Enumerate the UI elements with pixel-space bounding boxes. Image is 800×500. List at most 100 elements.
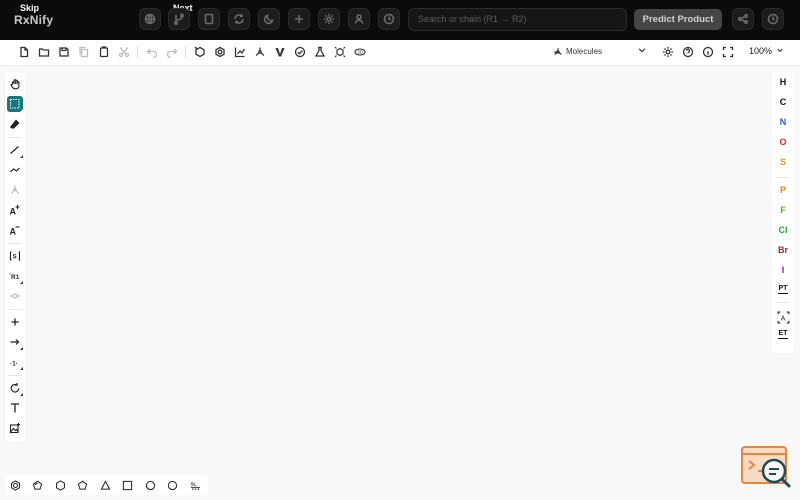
cut-icon xyxy=(118,47,130,58)
check-structure-button[interactable] xyxy=(293,45,307,59)
rgroup-tool[interactable]: R1 xyxy=(7,268,23,284)
extended-table-button[interactable]: ET xyxy=(772,330,794,339)
help-button[interactable] xyxy=(681,45,695,59)
benzene-icon xyxy=(10,479,20,491)
open-file-button[interactable] xyxy=(37,45,51,59)
element-o[interactable]: O xyxy=(772,137,794,147)
cyclohexane-template[interactable] xyxy=(54,479,66,491)
benzene-template[interactable] xyxy=(9,479,21,491)
element-c[interactable]: C xyxy=(772,97,794,107)
image-tool[interactable] xyxy=(7,420,23,436)
history-button[interactable] xyxy=(378,8,400,30)
new-file-button[interactable] xyxy=(17,45,31,59)
cycloheptane-template[interactable] xyxy=(144,479,156,491)
clock-button[interactable] xyxy=(762,8,784,30)
book-button[interactable] xyxy=(198,8,220,30)
calculate-icon xyxy=(234,47,246,58)
text-tool[interactable] xyxy=(7,400,23,416)
cyclopentane-template[interactable] xyxy=(76,479,88,491)
mapping-tool[interactable]: ·1· xyxy=(7,354,23,370)
settings-button[interactable] xyxy=(661,45,675,59)
clean-up-button[interactable] xyxy=(193,45,207,59)
element-f[interactable]: F xyxy=(772,205,794,215)
templates-icon: SL xyxy=(190,481,200,490)
settings-icon xyxy=(663,47,673,57)
save-button[interactable] xyxy=(57,45,71,59)
info-button[interactable] xyxy=(701,45,715,59)
refresh-button[interactable] xyxy=(228,8,250,30)
cyclopropane-template[interactable] xyxy=(99,479,111,491)
toolbar-divider xyxy=(8,137,22,138)
explicit-hydrogens-button[interactable] xyxy=(333,45,347,59)
share-icon xyxy=(737,13,749,25)
paste-icon xyxy=(99,46,109,58)
element-s[interactable]: S xyxy=(772,157,794,167)
svg-text:A: A xyxy=(10,207,17,217)
select-tool[interactable] xyxy=(7,96,23,112)
element-br[interactable]: Br xyxy=(772,245,794,255)
periodic-table-button[interactable]: PT xyxy=(772,285,794,294)
rotate-tool[interactable] xyxy=(7,380,23,396)
stereo-tool[interactable] xyxy=(7,182,23,198)
stereo-check-button[interactable] xyxy=(273,45,287,59)
stereo-button[interactable] xyxy=(313,45,327,59)
toolbar-divider xyxy=(8,375,22,376)
cyclopentadiene-template[interactable] xyxy=(31,479,43,491)
element-cl[interactable]: Cl xyxy=(772,225,794,235)
history-icon xyxy=(383,13,395,25)
copy-button[interactable] xyxy=(77,45,91,59)
element-h[interactable]: H xyxy=(772,77,794,87)
search-help-widget[interactable] xyxy=(740,445,792,489)
add-button[interactable] xyxy=(288,8,310,30)
any-atom-button[interactable]: A xyxy=(776,310,790,324)
predict-product-button[interactable]: Predict Product xyxy=(634,9,722,30)
settings-button[interactable] xyxy=(318,8,340,30)
attachment-tool[interactable] xyxy=(7,288,23,304)
paste-button[interactable] xyxy=(97,45,111,59)
calculate-button[interactable] xyxy=(233,45,247,59)
cut-button[interactable] xyxy=(117,45,131,59)
zoom-value: 100% xyxy=(749,46,773,56)
globe-button[interactable] xyxy=(139,8,161,30)
clean-up-icon xyxy=(194,46,205,58)
svg-text:3D: 3D xyxy=(357,50,364,55)
undo-button[interactable] xyxy=(145,45,159,59)
mode-selector[interactable]: Molecules xyxy=(553,44,646,59)
skip-link[interactable]: Skip xyxy=(20,3,39,13)
undo-icon xyxy=(146,48,158,58)
molecules-icon xyxy=(554,47,562,55)
branch-button[interactable] xyxy=(168,8,190,30)
bond-tool[interactable] xyxy=(7,142,23,158)
arrow-tool[interactable] xyxy=(7,334,23,350)
charge-minus-tool[interactable]: A xyxy=(7,222,23,238)
periodic-table-underline xyxy=(778,293,788,294)
charge-plus-tool[interactable]: A xyxy=(7,202,23,218)
templates-library-button[interactable]: SL xyxy=(189,479,201,491)
element-i[interactable]: I xyxy=(772,265,794,275)
chevron-down-icon xyxy=(638,48,646,53)
profile-button[interactable] xyxy=(348,8,370,30)
aromatize-button[interactable] xyxy=(213,45,227,59)
zoom-dropdown[interactable]: 100% xyxy=(749,46,784,56)
redo-button[interactable] xyxy=(165,45,179,59)
element-n[interactable]: N xyxy=(772,117,794,127)
reaction-plus-tool[interactable] xyxy=(7,314,23,330)
cyclobutane-template[interactable] xyxy=(121,479,133,491)
share-button[interactable] xyxy=(732,8,754,30)
extended-table-underline xyxy=(778,338,788,339)
sgroup-tool[interactable]: S xyxy=(7,248,23,264)
hand-tool[interactable] xyxy=(7,76,23,92)
theme-button[interactable] xyxy=(258,8,280,30)
fullscreen-button[interactable] xyxy=(721,45,735,59)
cyclooctane-template[interactable] xyxy=(166,479,178,491)
drawing-canvas[interactable] xyxy=(0,67,800,500)
3d-view-button[interactable]: 3D xyxy=(353,45,367,59)
chain-tool[interactable] xyxy=(7,162,23,178)
search-input[interactable]: Search or chain (R1 → R2) xyxy=(408,8,627,31)
layout-button[interactable] xyxy=(253,45,267,59)
eraser-icon xyxy=(10,119,20,129)
new-file-icon xyxy=(20,46,29,58)
attachment-icon xyxy=(10,293,20,299)
eraser-tool[interactable] xyxy=(7,116,23,132)
element-p[interactable]: P xyxy=(772,185,794,195)
